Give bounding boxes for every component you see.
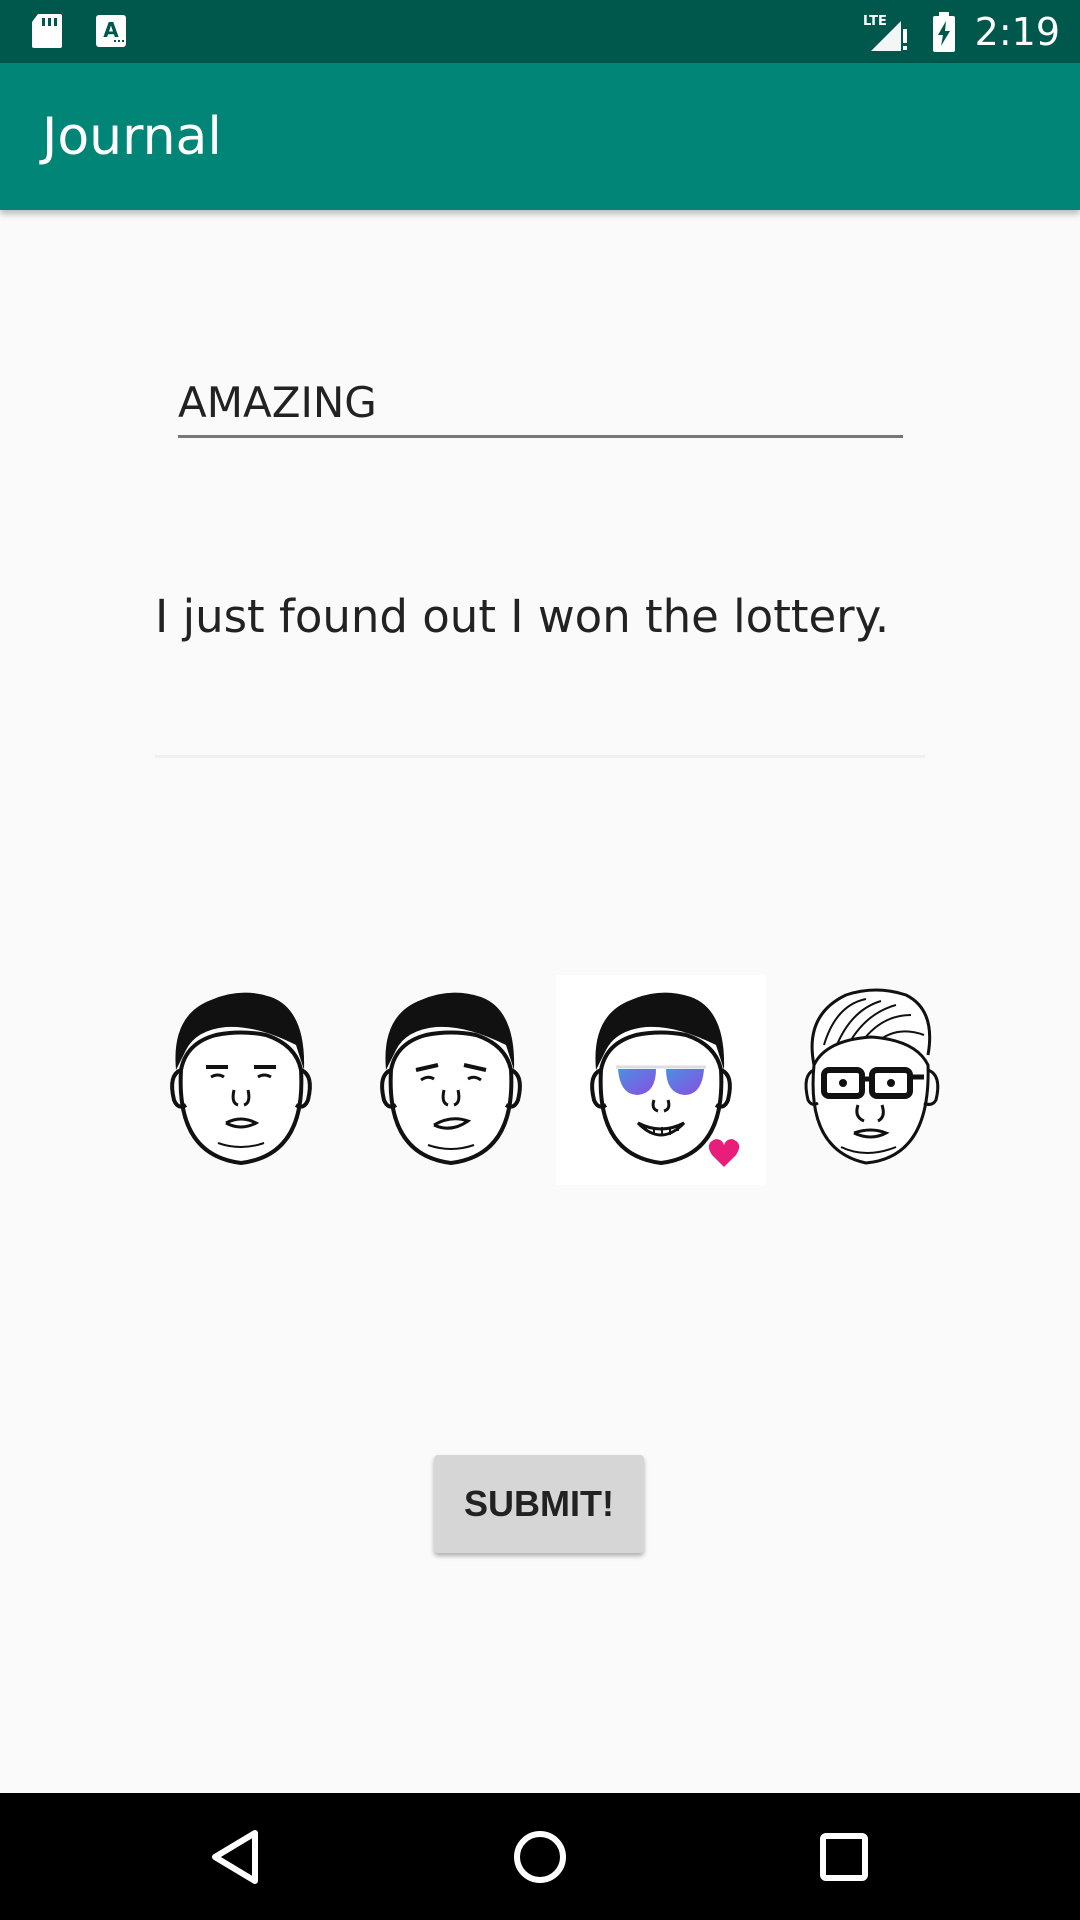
glasses-face-icon (804, 988, 940, 1165)
back-icon[interactable] (200, 1821, 272, 1893)
cool-sunglasses-face-icon (590, 992, 740, 1167)
status-bar: A LTE 2:19 (0, 0, 1080, 63)
mood-selector (136, 975, 976, 1185)
home-icon[interactable] (504, 1821, 576, 1893)
lte-signal-icon: LTE (863, 14, 907, 51)
battery-charging-icon (932, 11, 955, 52)
app-title: Journal (42, 107, 222, 167)
submit-button[interactable]: SUBMIT! (434, 1455, 644, 1553)
svg-text:A: A (103, 18, 119, 42)
app-bar: Journal (0, 63, 1080, 210)
displeased-face-icon (380, 992, 522, 1166)
mood-option-displeased[interactable] (346, 975, 556, 1185)
sd-card-icon (32, 14, 62, 48)
clock: 2:19 (974, 9, 1060, 54)
title-input[interactable] (178, 370, 903, 438)
mood-option-neutral[interactable] (136, 975, 346, 1185)
mood-option-cool[interactable] (556, 975, 766, 1185)
text-a-icon: A (96, 15, 126, 47)
navigation-bar (0, 1793, 1080, 1920)
mood-option-glasses[interactable] (766, 975, 976, 1185)
neutral-face-icon (170, 992, 312, 1166)
recents-icon[interactable] (808, 1821, 880, 1893)
entry-textarea[interactable]: I just found out I won the lottery. (155, 578, 925, 758)
svg-text:LTE: LTE (863, 14, 887, 29)
